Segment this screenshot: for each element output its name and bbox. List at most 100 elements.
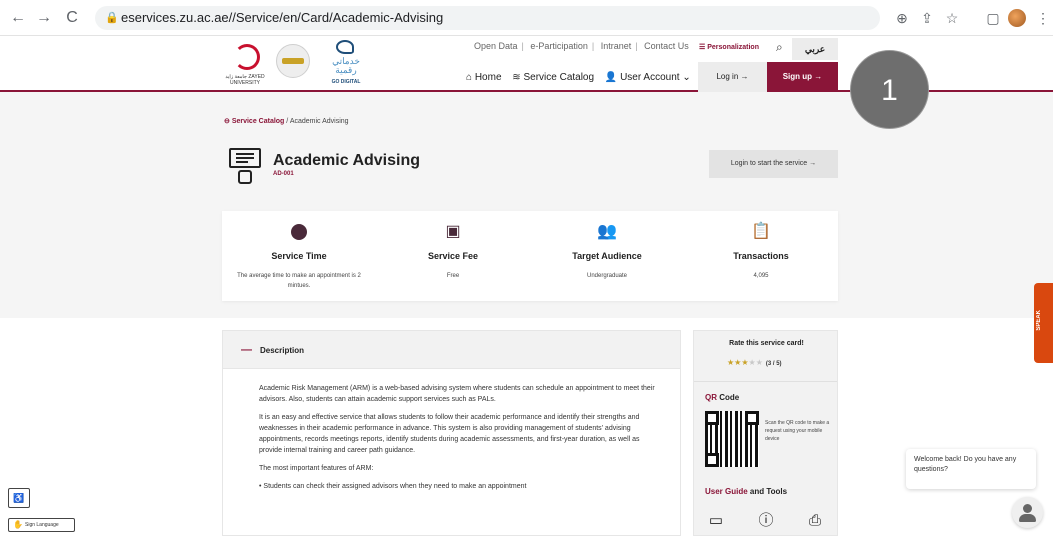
- zoom-icon[interactable]: ⊕: [893, 9, 911, 27]
- language-toggle[interactable]: عربي: [792, 38, 838, 60]
- stat-value: The average time to make an appointment …: [237, 273, 361, 289]
- speak-label[interactable]: SPEAK: [1036, 310, 1042, 331]
- nav-home[interactable]: ⌂ Home: [466, 72, 502, 83]
- service-sidebar: Rate this service card! ★★★★★ (3 / 5) QR …: [693, 330, 838, 536]
- browser-toolbar: ← → C 🔒 eservices.zu.ac.ae//Service/en/C…: [0, 0, 1053, 36]
- star-filled-icon[interactable]: ★: [741, 358, 748, 367]
- description-body: Academic Risk Management (ARM) is a web-…: [259, 383, 659, 499]
- user-guide-heading: User Guide and Tools: [705, 487, 788, 496]
- stat-value: Free: [446, 273, 460, 279]
- chevron-down-icon: ⌄: [679, 72, 691, 83]
- star-empty-icon[interactable]: ★: [756, 358, 763, 367]
- user-icon: 👤: [604, 72, 621, 83]
- description-paragraph: • Students can check their assigned advi…: [259, 483, 527, 490]
- description-panel: — Description Academic Risk Management (…: [222, 330, 681, 536]
- link-intranet[interactable]: Intranet: [601, 41, 632, 51]
- chat-avatar-button[interactable]: [1012, 497, 1043, 528]
- stat-transactions: 📋 Transactions 4,095: [684, 211, 838, 301]
- star-empty-icon[interactable]: ★: [749, 358, 756, 367]
- description-accordion-header[interactable]: — Description: [223, 331, 680, 369]
- link-open-data[interactable]: Open Data: [474, 41, 518, 51]
- go-digital-logo: خدماتي رقمية GO DIGITAL: [326, 40, 366, 88]
- star-rating-badge-logo: [276, 44, 310, 78]
- personalization-label: Personalization: [707, 44, 759, 51]
- menu-kebab-icon[interactable]: ⋮: [1034, 9, 1052, 27]
- description-paragraph: Academic Risk Management (ARM) is a web-…: [259, 385, 655, 403]
- back-icon[interactable]: ←: [8, 8, 28, 28]
- forward-icon[interactable]: →: [34, 8, 54, 28]
- money-icon: ▣: [445, 223, 461, 240]
- sign-language-button[interactable]: ✋ Sign Language: [8, 518, 75, 532]
- collapse-icon[interactable]: —: [241, 344, 252, 356]
- stat-service-fee: ▣ Service Fee Free: [376, 211, 530, 301]
- rating-score: (3 / 5): [765, 361, 782, 367]
- clock-icon: [288, 221, 310, 243]
- stat-label: Target Audience: [572, 251, 642, 261]
- stat-value: 4,095: [753, 273, 769, 279]
- page-title: Academic Advising: [273, 152, 421, 169]
- video-icon[interactable]: ▭: [705, 511, 727, 531]
- personalization-link[interactable]: ☰ Personalization: [699, 43, 759, 51]
- share-icon[interactable]: ⇪: [918, 9, 936, 27]
- service-stats: Service Time The average time to make an…: [222, 211, 838, 301]
- help-icon[interactable]: ⓘ: [755, 511, 777, 531]
- zayed-university-logo[interactable]: جامعة زايد ZAYED UNIVERSITY: [222, 42, 268, 88]
- cloud-icon: [336, 40, 354, 54]
- clipboard-chart-icon: 📋: [751, 223, 771, 240]
- qr-heading: QR Code: [705, 393, 740, 402]
- stat-service-time: Service Time The average time to make an…: [222, 211, 376, 301]
- qr-code-image: [705, 411, 759, 467]
- description-paragraph: The most important features of ARM:: [259, 465, 374, 472]
- star-icons[interactable]: ★★★★★: [727, 358, 763, 367]
- go-digital-label: GO DIGITAL: [331, 79, 361, 85]
- breadcrumb-current: Academic Advising: [289, 118, 349, 125]
- nav-user-account[interactable]: 👤 User Account ⌄: [605, 72, 691, 83]
- side-panel-icon[interactable]: ▢: [984, 9, 1002, 27]
- signup-button[interactable]: Sign up →: [767, 62, 838, 92]
- description-paragraph: It is an easy and effective service that…: [259, 414, 640, 454]
- utility-links: Open Data | e-Participation | Intranet | Co…: [474, 41, 689, 51]
- breadcrumb-service-catalog[interactable]: ⊖ Service Catalog: [224, 118, 284, 125]
- badge-stars-icon: [282, 58, 304, 64]
- link-contact-us[interactable]: Contact Us: [644, 41, 689, 51]
- sliders-icon: ☰: [699, 44, 708, 51]
- print-icon[interactable]: ⎙: [804, 511, 826, 531]
- reload-icon[interactable]: C: [62, 8, 82, 28]
- search-icon[interactable]: ⌕: [776, 40, 783, 55]
- login-button[interactable]: Log in →: [698, 62, 767, 92]
- login-to-start-button[interactable]: Login to start the service →: [709, 150, 838, 178]
- breadcrumb: ⊖ Service Catalog / Academic Advising: [224, 117, 349, 125]
- accessibility-icon[interactable]: ♿: [8, 488, 30, 508]
- advising-icon: [226, 146, 264, 186]
- lock-icon: 🔒: [105, 12, 119, 24]
- layers-icon: ≋: [512, 72, 524, 83]
- bookmark-star-icon[interactable]: ☆: [943, 9, 961, 27]
- stat-label: Service Fee: [427, 251, 479, 261]
- rating-stars[interactable]: ★★★★★ (3 / 5): [727, 358, 782, 367]
- stat-target-audience: 👥 Target Audience Undergraduate: [530, 211, 684, 301]
- zu-logo-text: جامعة زايد ZAYED UNIVERSITY: [225, 74, 265, 86]
- stat-value: Undergraduate: [586, 273, 628, 279]
- crescent-icon: [234, 44, 260, 70]
- main-nav: ⌂ Home ≋ Service Catalog 👤 User Account …: [466, 72, 699, 83]
- breadcrumb-separator: /: [286, 118, 289, 125]
- stat-label: Service Time: [271, 251, 327, 261]
- step-number-badge: 1: [850, 50, 929, 129]
- nav-service-catalog[interactable]: ≋ Service Catalog: [512, 72, 594, 83]
- go-digital-arabic: خدماتي رقمية: [332, 56, 360, 75]
- rate-title: Rate this service card!: [729, 340, 804, 347]
- back-circle-icon: ⊖: [224, 118, 232, 125]
- url-text: eservices.zu.ac.ae//Service/en/Card/Acad…: [121, 10, 444, 25]
- stat-label: Transactions: [733, 251, 789, 261]
- link-e-participation[interactable]: e-Participation: [530, 41, 588, 51]
- qr-caption: Scan the QR code to make a request using…: [765, 420, 830, 442]
- divider: [694, 381, 837, 382]
- description-title: Description: [260, 346, 305, 355]
- profile-avatar[interactable]: [1008, 9, 1026, 27]
- home-icon: ⌂: [466, 72, 475, 83]
- users-icon: 👥: [597, 223, 617, 240]
- service-code: AD-001: [273, 171, 294, 177]
- hand-icon: ✋: [13, 520, 23, 529]
- chat-welcome-bubble[interactable]: Welcome back! Do you have any questions?: [906, 449, 1036, 489]
- address-bar[interactable]: 🔒 eservices.zu.ac.ae//Service/en/Card/Ac…: [95, 6, 880, 30]
